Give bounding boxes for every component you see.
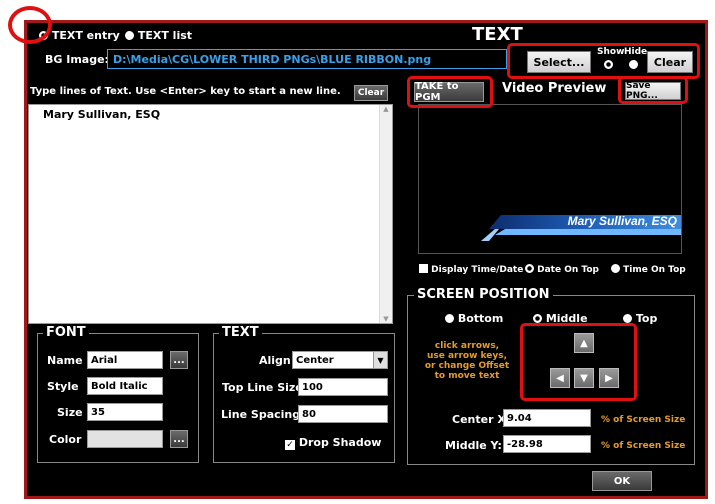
- arrow-left-icon: ◀: [556, 372, 564, 384]
- video-preview: Mary Sullivan, ESQ: [418, 104, 682, 254]
- arrow-left-button[interactable]: ◀: [550, 368, 570, 388]
- hide-label: Hide: [624, 47, 648, 57]
- font-color-label: Color: [49, 433, 82, 446]
- font-size-label: Size: [57, 406, 83, 419]
- font-picker-button[interactable]: ...: [170, 351, 188, 369]
- text-list-radio[interactable]: TEXT list: [125, 29, 192, 42]
- line-spacing-label: Line Spacing: [221, 408, 301, 421]
- arrow-up-icon: ▲: [580, 337, 588, 349]
- middle-radio[interactable]: Middle: [533, 312, 588, 325]
- select-image-button[interactable]: Select...: [527, 51, 591, 73]
- text-line-1: Mary Sullivan, ESQ: [43, 108, 161, 121]
- text-lines-area[interactable]: Mary Sullivan, ESQ ▲ ▼: [28, 104, 393, 324]
- font-size-field[interactable]: 35: [87, 403, 163, 421]
- middle-y-unit: % of Screen Size: [601, 441, 686, 451]
- time-on-top-radio[interactable]: Time On Top: [611, 264, 686, 275]
- chevron-down-icon[interactable]: ▼: [373, 352, 387, 368]
- top-line-size-label: Top Line Size: [222, 381, 303, 394]
- window-title: TEXT: [472, 24, 523, 45]
- center-x-unit: % of Screen Size: [601, 415, 686, 425]
- center-x-label: Center X:: [452, 413, 511, 426]
- move-hint: click arrows, use arrow keys, or change …: [424, 341, 510, 381]
- bg-image-path[interactable]: D:\Media\CG\LOWER THIRD PNGs\BLUE RIBBON…: [107, 49, 507, 69]
- middle-y-label: Middle Y:: [445, 439, 502, 452]
- radio-unselected-icon: [445, 314, 454, 323]
- screen-position-title: SCREEN POSITION: [414, 287, 553, 302]
- show-label: Show: [597, 47, 625, 57]
- scroll-up-icon[interactable]: ▲: [380, 105, 392, 113]
- text-options-title: TEXT: [219, 325, 262, 340]
- radio-unselected-icon: [125, 31, 134, 40]
- font-name-label: Name: [47, 354, 83, 367]
- hide-radio[interactable]: [629, 60, 638, 69]
- checkmark-icon: ✓: [285, 440, 295, 450]
- align-value: Center: [296, 354, 334, 366]
- top-line-size-field[interactable]: 100: [298, 378, 388, 396]
- video-preview-title: Video Preview: [502, 81, 607, 96]
- clear-image-button[interactable]: Clear: [647, 51, 693, 73]
- font-style-label: Style: [47, 380, 79, 393]
- radio-unselected-icon: [611, 264, 620, 273]
- save-png-button[interactable]: Save PNG...: [625, 81, 681, 101]
- font-style-field[interactable]: Bold Italic: [87, 377, 163, 395]
- blue-ribbon-graphic: [481, 215, 681, 241]
- radio-selected-icon: [533, 314, 542, 323]
- bottom-radio[interactable]: Bottom: [445, 312, 503, 325]
- radio-selected-icon: [525, 264, 534, 273]
- arrow-right-button[interactable]: ▶: [599, 368, 619, 388]
- middle-y-field[interactable]: -28.98: [503, 435, 591, 453]
- date-on-top-radio[interactable]: Date On Top: [525, 264, 599, 275]
- top-radio[interactable]: Top: [623, 312, 657, 325]
- text-scrollbar[interactable]: ▲ ▼: [379, 105, 392, 323]
- show-radio[interactable]: [604, 60, 613, 69]
- color-picker-button[interactable]: ...: [170, 430, 188, 448]
- text-entry-radio[interactable]: TEXT entry: [39, 29, 120, 42]
- arrow-down-button[interactable]: ▼: [574, 368, 594, 388]
- drop-shadow-checkbox[interactable]: ✓ Drop Shadow: [285, 436, 381, 450]
- preview-overlay-text: Mary Sullivan, ESQ: [567, 214, 677, 228]
- arrow-right-icon: ▶: [605, 372, 613, 384]
- ok-button[interactable]: OK: [592, 471, 652, 491]
- font-name-field[interactable]: Arial: [87, 351, 163, 369]
- clear-text-button[interactable]: Clear: [354, 85, 388, 101]
- take-to-pgm-button[interactable]: TAKE to PGM: [414, 81, 484, 103]
- arrow-down-icon: ▼: [580, 372, 588, 384]
- display-time-date-checkbox[interactable]: Display Time/Date: [419, 264, 523, 275]
- text-editor-window: TEXT entry TEXT list TEXT BG Image: D:\M…: [24, 20, 708, 499]
- font-color-swatch[interactable]: [87, 430, 163, 448]
- checkbox-empty-icon: [419, 264, 428, 273]
- radio-selected-icon: [39, 31, 48, 40]
- center-x-field[interactable]: 9.04: [503, 409, 591, 427]
- align-select[interactable]: Center ▼: [292, 351, 388, 369]
- arrow-up-button[interactable]: ▲: [574, 333, 594, 353]
- scroll-down-icon[interactable]: ▼: [380, 315, 392, 323]
- text-instruction: Type lines of Text. Use <Enter> key to s…: [30, 86, 341, 97]
- line-spacing-field[interactable]: 80: [298, 405, 388, 423]
- font-group-title: FONT: [43, 325, 89, 340]
- radio-unselected-icon: [623, 314, 632, 323]
- align-label: Align: [259, 354, 291, 367]
- bg-image-label: BG Image:: [45, 53, 109, 66]
